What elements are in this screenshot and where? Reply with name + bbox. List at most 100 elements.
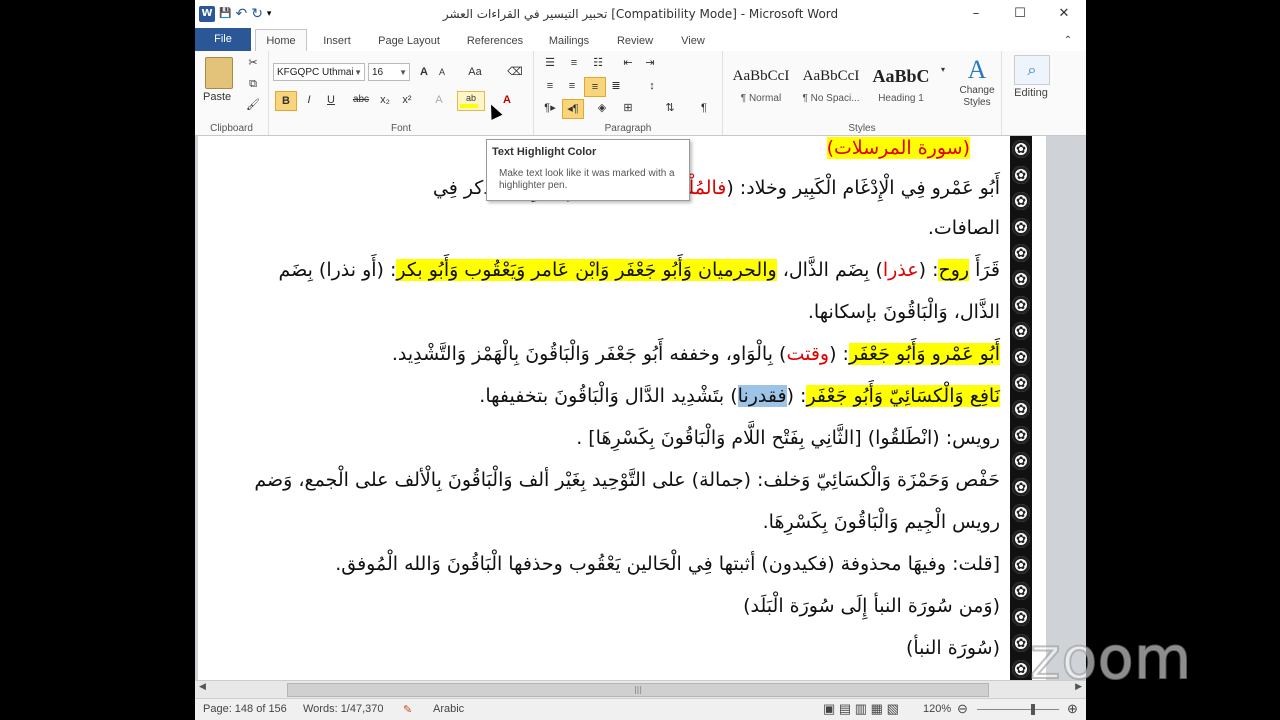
scrollbar-thumb[interactable]: ||| — [287, 683, 989, 697]
border-flower-icon: ✿ — [1012, 296, 1030, 314]
tab-insert[interactable]: Insert — [313, 31, 361, 51]
tooltip-title: Text Highlight Color — [492, 146, 597, 158]
font-group: KFGQPC Uthmai ▼ 16 ▼ A A Aa ⌫ B I U abc x₂… — [269, 51, 534, 135]
text-run: : ( — [918, 259, 939, 281]
styles-more-icon[interactable]: ▾ — [937, 61, 949, 79]
font-name-combo[interactable]: KFGQPC Uthmai ▼ — [273, 63, 365, 81]
tab-page-layout[interactable]: Page Layout — [371, 31, 447, 51]
grow-font-button[interactable]: A — [414, 63, 434, 81]
bold-button[interactable]: B — [275, 91, 297, 111]
style-sample: AaBbC — [872, 66, 930, 86]
change-case-button[interactable]: Aa — [465, 63, 485, 81]
style-heading-1[interactable]: AaBbC Heading 1 — [867, 59, 935, 117]
font-color-button[interactable]: A — [497, 91, 517, 109]
clear-formatting-icon[interactable]: ⌫ — [505, 63, 525, 81]
justify-icon[interactable]: ≣ — [606, 77, 626, 95]
text-run: ) بِالْوَاو، وخففه أَبُو جَعْفَر وَالْبَ… — [391, 343, 787, 365]
heading-text: (سورة المرسلات) — [826, 137, 970, 159]
border-flower-icon: ✿ — [1012, 582, 1030, 600]
decrease-indent-icon[interactable]: ⇤ — [618, 54, 638, 72]
horizontal-scrollbar[interactable]: ◀ ||| ▶ — [195, 680, 1086, 698]
zoom-in-icon[interactable]: ⊕ — [1067, 701, 1078, 717]
text-line-9: رويس الْجِيم وَالْبَاقُونَ بِكَسْرِهَا. — [762, 511, 1000, 533]
red-text-run: عذرا — [882, 259, 919, 281]
strikethrough-button[interactable]: abc — [349, 91, 373, 109]
tab-home[interactable]: Home — [255, 29, 307, 53]
align-right-icon[interactable]: ≡ — [584, 77, 606, 97]
tab-mailings[interactable]: Mailings — [541, 31, 597, 51]
shrink-font-button[interactable]: A — [432, 63, 452, 81]
zoom-level[interactable]: 120% — [923, 703, 951, 715]
zoom-slider[interactable] — [977, 709, 1059, 710]
chevron-down-icon: ▼ — [354, 68, 362, 77]
tab-file[interactable]: File — [195, 28, 251, 51]
style-no-spacing[interactable]: AaBbCcI ¶ No Spaci... — [797, 59, 865, 117]
text-effects-icon[interactable]: A — [429, 91, 449, 109]
close-button[interactable]: ✕ — [1042, 0, 1086, 28]
selected-text[interactable]: فقدرنا — [737, 385, 787, 407]
underline-button[interactable]: U — [321, 91, 341, 109]
border-flower-icon: ✿ — [1012, 608, 1030, 626]
superscript-button[interactable]: x² — [397, 91, 417, 109]
text-line-8: حَفْص وَحَمْزَة وَالْكسَائِيّ وَخلف: (جم… — [254, 469, 1000, 491]
show-hide-marks-icon[interactable]: ¶ — [694, 99, 714, 117]
border-flower-icon: ✿ — [1012, 140, 1030, 158]
change-styles-icon: A — [967, 55, 987, 84]
line-spacing-icon[interactable]: ↕ — [642, 77, 662, 95]
numbering-icon[interactable]: ≡ — [564, 54, 584, 72]
text-line-3: قَرَأَ روح: (عذرا) بِضَم الذَّال، والحرم… — [278, 255, 1000, 285]
tab-references[interactable]: References — [459, 31, 531, 51]
text-highlight-color-button[interactable]: ab — [457, 91, 485, 111]
align-center-icon[interactable]: ≡ — [562, 77, 582, 95]
tab-view[interactable]: View — [673, 31, 713, 51]
shading-icon[interactable]: ◈ — [592, 99, 612, 117]
ribbon: Paste ✂ ⧉ 🖌 Clipboard KFGQPC Uthmai ▼ 16 ▼… — [195, 51, 1086, 136]
tab-review[interactable]: Review — [609, 31, 661, 51]
style-normal[interactable]: AaBbCcI ¶ Normal — [727, 59, 795, 117]
multilevel-list-icon[interactable]: ☷ — [588, 54, 608, 72]
proofing-icon[interactable]: ✎ — [403, 703, 412, 716]
word-count[interactable]: Words: 1/47,370 — [303, 703, 384, 715]
page-border-decoration: ✿ ✿ ✿ ✿ ✿ ✿ ✿ ✿ ✿ ✿ ✿ ✿ ✿ ✿ ✿ ✿ ✿ ✿ ✿ ✿ ✿ — [1010, 136, 1032, 680]
paste-button[interactable]: Paste — [203, 91, 231, 103]
window-title: تحبير التيسير في القراءات العشر [Compati… — [442, 7, 839, 21]
zoom-out-icon[interactable]: ⊖ — [957, 701, 968, 717]
zoom-slider-thumb[interactable] — [1031, 704, 1035, 715]
minimize-button[interactable]: – — [954, 0, 998, 28]
italic-button[interactable]: I — [299, 91, 319, 109]
styles-group: AaBbCcI ¶ Normal AaBbCcI ¶ No Spaci... A… — [723, 51, 1002, 135]
sort-icon[interactable]: ⇅ — [660, 99, 680, 117]
paste-icon[interactable] — [205, 57, 233, 89]
status-bar: Page: 148 of 156 Words: 1/47,370 ✎ Arabi… — [195, 698, 1086, 720]
change-styles-button[interactable]: A Change Styles — [957, 55, 997, 109]
border-flower-icon: ✿ — [1012, 218, 1030, 236]
view-buttons[interactable]: ▣ ▤ ▥ ▦ ▧ — [823, 701, 899, 717]
language-indicator[interactable]: Arabic — [433, 703, 464, 715]
editing-group[interactable]: ⌕ Editing — [1002, 51, 1086, 135]
font-size-combo[interactable]: 16 ▼ — [368, 63, 410, 81]
collapse-ribbon-icon[interactable]: ⌃ — [1061, 31, 1075, 51]
maximize-button[interactable]: ☐ — [998, 0, 1042, 28]
format-painter-icon[interactable]: 🖌 — [243, 96, 263, 114]
text-line-12: (سُورَة النبأ) — [905, 637, 1000, 659]
ltr-icon[interactable]: ¶▸ — [540, 99, 560, 117]
border-flower-icon: ✿ — [1012, 374, 1030, 392]
scroll-left-icon[interactable]: ◀ — [199, 682, 206, 692]
copy-icon[interactable]: ⧉ — [243, 75, 263, 93]
increase-indent-icon[interactable]: ⇥ — [640, 54, 660, 72]
document-page[interactable]: (سورة المرسلات) أَبُو عَمْرو فِي الْإِدْ… — [198, 136, 1046, 680]
zoom-watermark: zoom — [1029, 623, 1192, 693]
bullets-icon[interactable]: ☰ — [540, 54, 560, 72]
border-flower-icon: ✿ — [1012, 634, 1030, 652]
font-group-label: Font — [390, 123, 411, 134]
borders-icon[interactable]: ⊞ — [618, 99, 638, 117]
highlight-color-swatch — [460, 104, 478, 108]
subscript-button[interactable]: x₂ — [375, 91, 395, 109]
align-left-icon[interactable]: ≡ — [540, 77, 560, 95]
rtl-icon[interactable]: ◂¶ — [562, 99, 584, 119]
border-flower-icon: ✿ — [1012, 426, 1030, 444]
page-indicator[interactable]: Page: 148 of 156 — [203, 703, 287, 715]
text-run: : ( — [829, 343, 849, 365]
clipboard-group: Paste ✂ ⧉ 🖌 Clipboard — [195, 51, 269, 135]
cut-icon[interactable]: ✂ — [243, 54, 263, 72]
